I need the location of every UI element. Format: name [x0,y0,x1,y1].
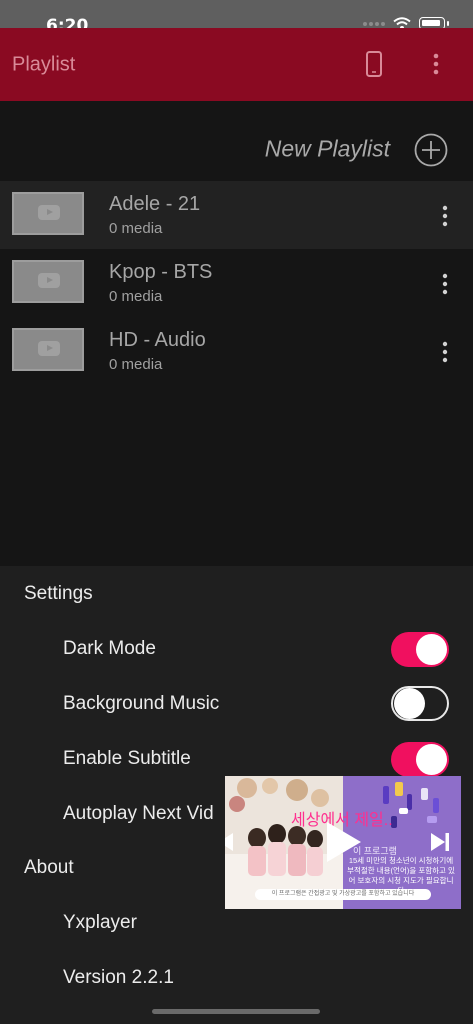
playlist-item[interactable]: HD - Audio 0 media [0,317,473,385]
video-ad-overlay[interactable]: 세상에서 제일.. 이 프로그램 15세 미만의 청소년이 시청하기에 부적절한… [225,776,461,909]
item-more-icon[interactable] [437,339,453,365]
toggle-knob [416,744,447,775]
playlist-title: Kpop - BTS [109,261,213,283]
playlist-title: Adele - 21 [109,193,201,215]
home-indicator[interactable] [152,1009,320,1014]
playlist-title: HD - Audio [109,329,206,351]
playlist-list: Adele - 21 0 media Kpop - BTS 0 media HD… [0,181,473,385]
new-playlist-label[interactable]: New Playlist [265,136,390,163]
new-playlist-row[interactable]: New Playlist [0,101,473,181]
toggle-knob [394,688,425,719]
background-music-toggle[interactable] [391,686,449,721]
app-screen: 6:20 Playlist New Playlist Adele - 21 0 … [0,0,473,1024]
next-icon[interactable] [429,830,451,854]
more-options-icon[interactable] [428,51,444,77]
status-bar: 6:20 [0,0,473,36]
previous-icon[interactable] [225,830,235,854]
ad-disclaimer: 이 프로그램은 간접광고 및 가상광고를 포함하고 있습니다 [255,889,431,900]
version-label: Version 2.2.1 [63,967,174,988]
playlist-thumbnail [12,328,84,371]
item-more-icon[interactable] [437,203,453,229]
playlist-media-count: 0 media [109,356,163,373]
item-more-icon[interactable] [437,271,453,297]
playlist-thumbnail [12,192,84,235]
playlist-media-count: 0 media [109,288,163,305]
page-title: Playlist [12,53,76,76]
playlist-item[interactable]: Kpop - BTS 0 media [0,249,473,317]
play-icon[interactable] [323,820,363,864]
playlist-media-count: 0 media [109,220,163,237]
video-play-icon [38,341,60,356]
enable-subtitle-label: Enable Subtitle [63,748,191,769]
signal-icon [363,21,385,26]
background-music-label: Background Music [63,693,220,714]
playlist-thumbnail [12,260,84,303]
add-playlist-icon[interactable] [414,133,448,167]
playlist-item[interactable]: Adele - 21 0 media [0,181,473,249]
device-icon[interactable] [364,50,384,78]
about-header: About [24,857,74,878]
dark-mode-label: Dark Mode [63,638,156,659]
autoplay-next-label: Autoplay Next Vid [63,803,214,824]
toggle-knob [416,634,447,665]
app-name-label: Yxplayer [63,912,137,933]
app-header: Playlist [0,28,473,101]
battery-tip [447,21,449,26]
video-play-icon [38,205,60,220]
enable-subtitle-toggle[interactable] [391,742,449,777]
video-play-icon [38,273,60,288]
settings-header: Settings [24,583,93,604]
dark-mode-toggle[interactable] [391,632,449,667]
